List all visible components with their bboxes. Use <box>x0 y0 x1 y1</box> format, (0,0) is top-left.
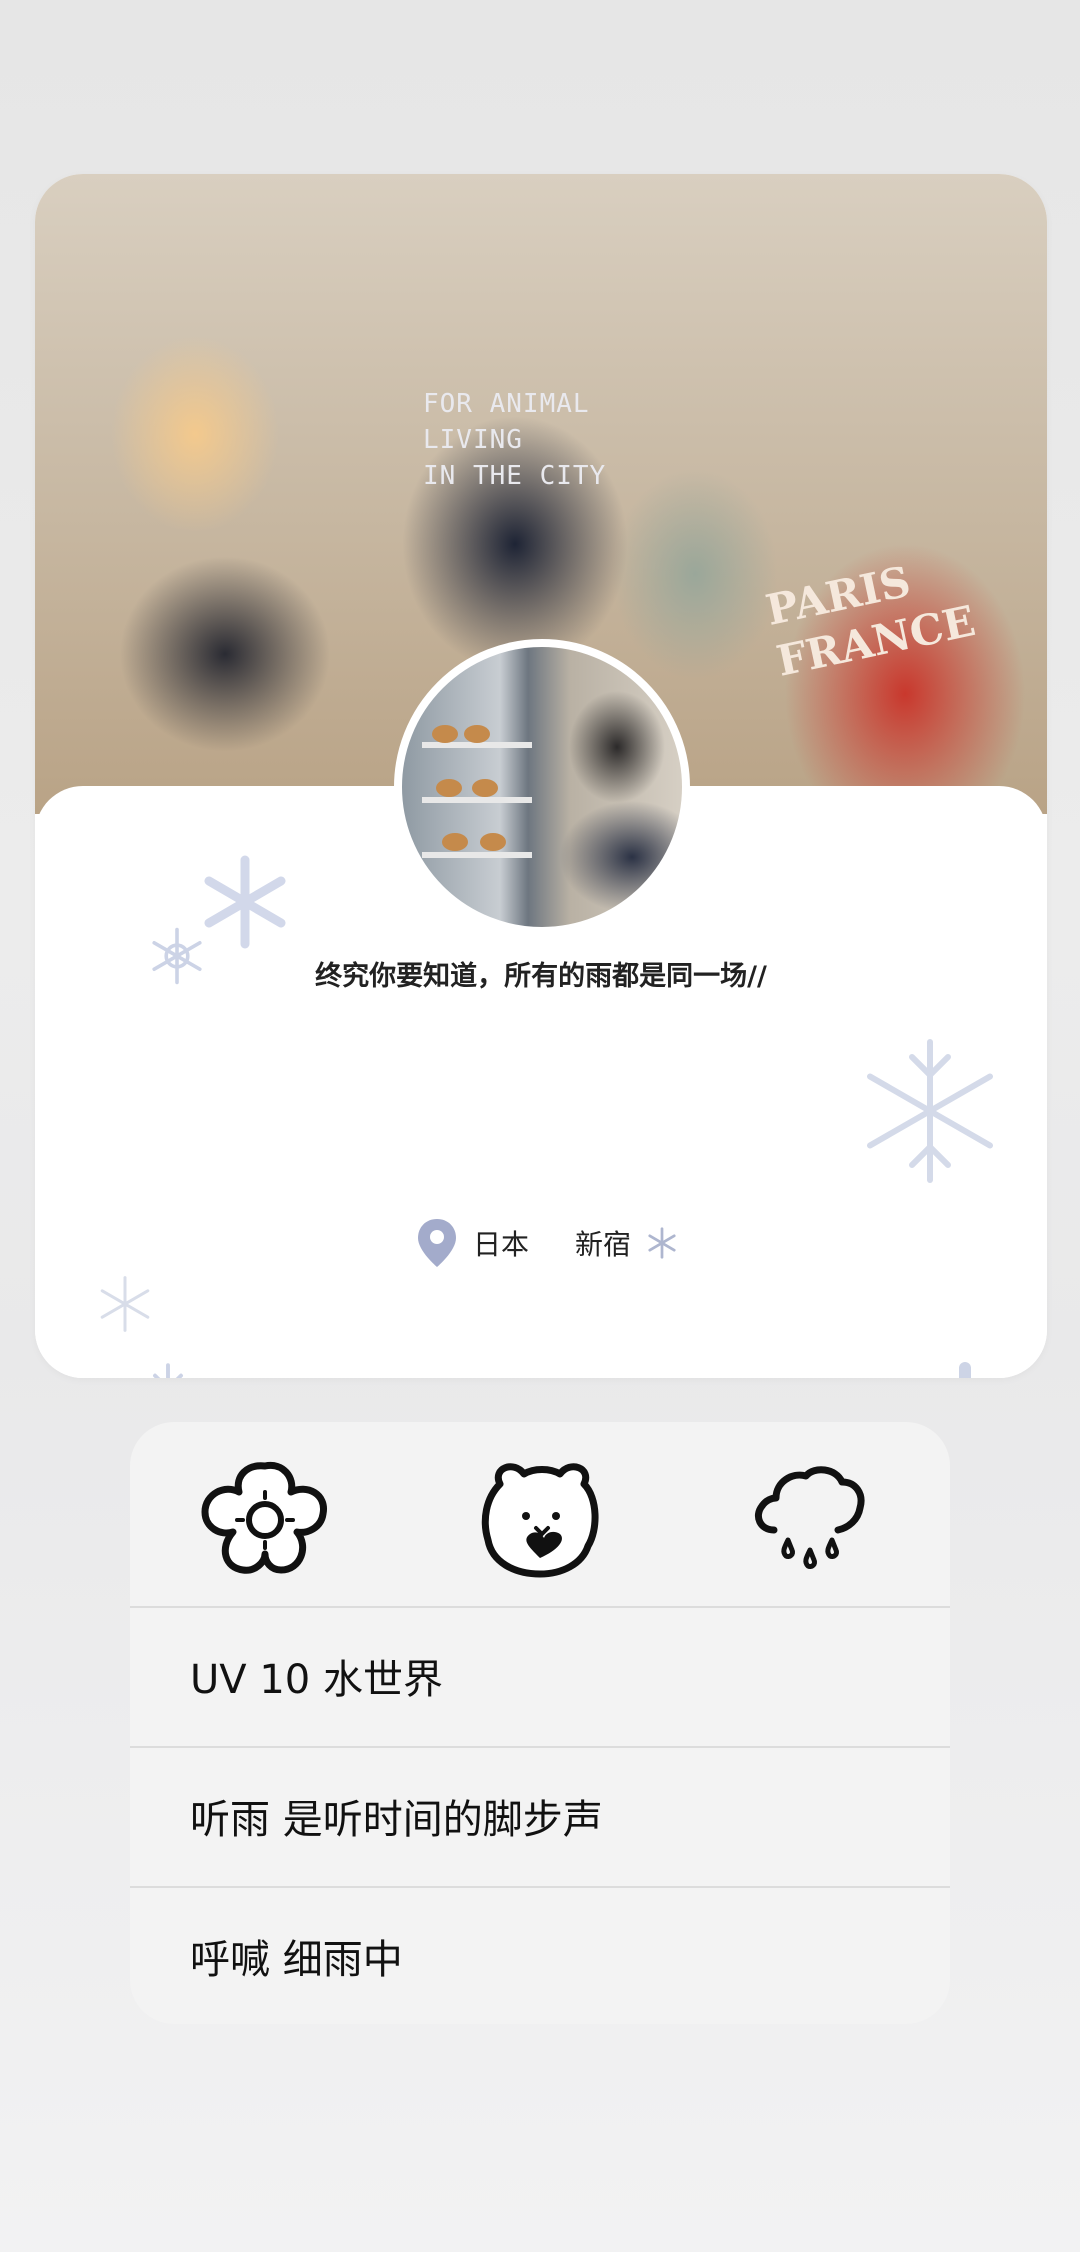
rain-cloud-icon[interactable] <box>740 1454 880 1584</box>
map-pin-icon <box>418 1219 456 1267</box>
snowflake-icon <box>648 1227 676 1259</box>
location-area: 新宿 <box>575 1228 632 1261</box>
snowflake-icon <box>959 1362 971 1378</box>
hoodie-print: PARIS FRANCE <box>761 544 980 688</box>
icon-row <box>130 1422 950 1606</box>
widget-line-text: 呼喊 细雨中 <box>190 1937 403 1983</box>
flower-icon[interactable] <box>195 1454 335 1584</box>
location: 日本 新宿 <box>415 1218 679 1268</box>
widget-line-text: 听雨 是听时间的脚步声 <box>190 1797 603 1843</box>
shirt-print-line: FOR ANIMAL <box>423 389 590 419</box>
widget-line[interactable]: 呼喊 细雨中 <box>130 1886 950 2024</box>
snowflake-icon <box>100 1276 150 1332</box>
snowflake-icon <box>867 1039 993 1183</box>
widget-line[interactable]: 听雨 是听时间的脚步声 <box>130 1746 950 1884</box>
bear-heart-icon[interactable] <box>470 1454 610 1584</box>
location-country: 日本 <box>473 1228 530 1261</box>
shirt-print-line: LIVING <box>423 425 523 455</box>
shirt-print: FOR ANIMAL LIVING IN THE CITY <box>423 386 606 494</box>
widget-panel: UV 10 水世界 听雨 是听时间的脚步声 呼喊 细雨中 <box>130 1422 950 2024</box>
widget-line-text: UV 10 水世界 <box>190 1657 443 1703</box>
shirt-print-line: IN THE CITY <box>423 461 607 491</box>
snowflake-icon <box>153 1363 183 1378</box>
widget-line[interactable]: UV 10 水世界 <box>130 1606 950 1744</box>
profile-motto: 终究你要知道，所有的雨都是同一场// <box>315 961 767 992</box>
avatar[interactable] <box>394 639 690 935</box>
